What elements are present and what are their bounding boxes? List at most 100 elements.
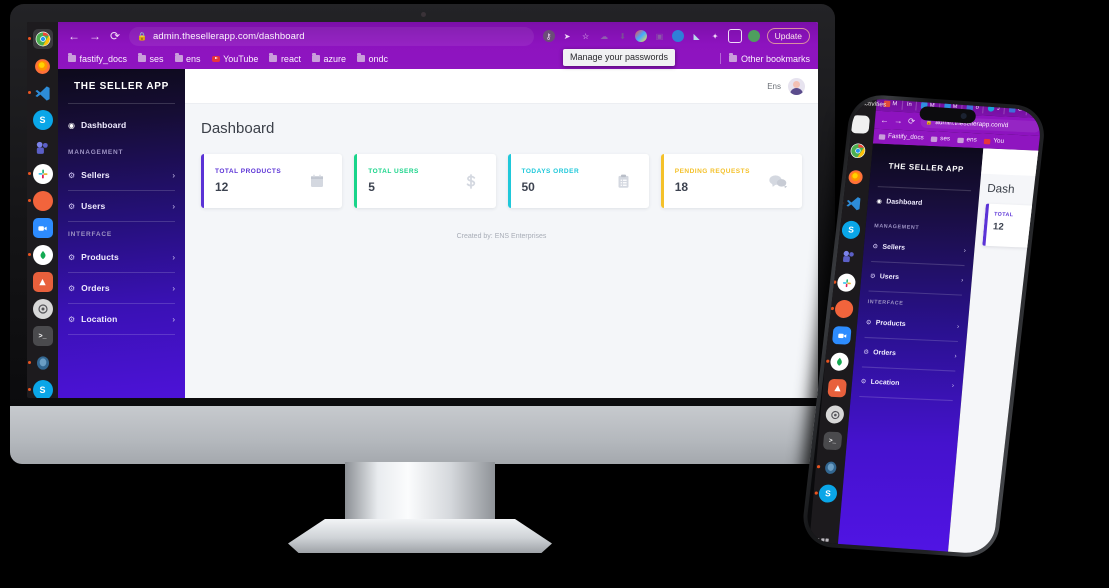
- gear-icon: ⚙: [862, 349, 870, 357]
- phone-screen: Activities S >_ S M In M M o J C ← → ⟳ 🔒…: [804, 97, 1043, 555]
- square-icon[interactable]: [727, 29, 742, 43]
- phone-bookmark[interactable]: Fastify_docs: [878, 133, 924, 141]
- phone-dock-item-skype[interactable]: S: [841, 220, 861, 240]
- dock-item-chrome[interactable]: [27, 29, 53, 49]
- gear-icon: ⚙: [68, 170, 76, 180]
- target-icon[interactable]: [672, 30, 685, 42]
- phone-dock-item-firefox-dev[interactable]: [834, 299, 854, 319]
- phone-bookmark[interactable]: ses: [930, 135, 950, 143]
- cloud-icon[interactable]: ☁: [598, 30, 610, 42]
- sidebar-item-label: Location: [81, 314, 118, 324]
- phone-sidebar-item-label: Location: [870, 378, 900, 388]
- download-icon[interactable]: ⬇: [617, 30, 629, 42]
- phone-dock-item-firefox[interactable]: [846, 168, 866, 187]
- stat-card-total-products[interactable]: TOTAL PRODUCTS 12: [201, 154, 343, 208]
- phone-tab[interactable]: In: [902, 98, 918, 111]
- bookmark-fastify-docs[interactable]: fastify_docs: [68, 53, 127, 64]
- phone-dock-item-teams[interactable]: [839, 247, 859, 266]
- dock-item-zoom[interactable]: [32, 218, 53, 238]
- bookmark-ses[interactable]: ses: [138, 53, 164, 64]
- phone-bookmark[interactable]: ens: [957, 137, 977, 144]
- ubuntu-dock[interactable]: S >_ S: [27, 22, 58, 398]
- globe-icon[interactable]: [748, 30, 761, 42]
- phone-dock-item-chrome[interactable]: [848, 141, 868, 160]
- phone-dock-item-mongodb[interactable]: [829, 352, 850, 372]
- folder-icon: [138, 53, 147, 62]
- phone-dock-item-vscode[interactable]: [844, 194, 864, 213]
- reload-icon[interactable]: ⟳: [110, 30, 120, 42]
- phone-bookmark-label: You: [992, 138, 1005, 145]
- folder-icon: [68, 53, 76, 62]
- dock-item-slack[interactable]: [27, 164, 53, 184]
- app-content: Ens Dashboard TOTAL PRODUCTS 12 TOTAL US…: [185, 69, 818, 398]
- phone-desktop: S >_ S M In M M o J C ← → ⟳ 🔒 admin.thes…: [807, 97, 1043, 555]
- stat-card-todays-order[interactable]: TODAYS ORDER 50: [507, 154, 649, 208]
- phone-stat-card[interactable]: TOTAL 12: [982, 203, 1040, 249]
- sidebar-item-users[interactable]: ⚙ Users ›: [58, 191, 185, 221]
- bookmark-ens[interactable]: ens: [174, 53, 201, 64]
- back-icon[interactable]: ←: [880, 115, 889, 125]
- dock-item-terminal[interactable]: >_: [32, 326, 53, 346]
- app-grid-icon[interactable]: [814, 538, 829, 552]
- chevron-right-icon: ›: [954, 353, 957, 360]
- sidebar-item-sellers[interactable]: ⚙ Sellers ›: [58, 160, 185, 190]
- password-tooltip: Manage your passwords: [563, 49, 676, 66]
- stat-card-total-users[interactable]: TOTAL USERS 5: [354, 154, 496, 208]
- bookmark-ondc[interactable]: ondc: [356, 53, 388, 64]
- chevron-right-icon: ›: [172, 283, 175, 293]
- sidebar-item-orders[interactable]: ⚙ Orders ›: [58, 273, 185, 303]
- phone-dock-item-android-studio[interactable]: [827, 378, 847, 398]
- dock-item-android-studio[interactable]: [32, 272, 53, 292]
- star-icon[interactable]: ☆: [580, 30, 592, 42]
- bookmark-azure[interactable]: azure: [311, 53, 346, 64]
- dock-item-mongodb[interactable]: [27, 245, 53, 265]
- dock-item-firefox[interactable]: [33, 56, 53, 76]
- send-icon[interactable]: ➤: [561, 30, 573, 42]
- sidebar-item-dashboard[interactable]: ◉ Dashboard: [58, 110, 185, 140]
- dock-item-postgresql[interactable]: [27, 353, 53, 373]
- phone-dock-item-zoom[interactable]: [831, 326, 852, 345]
- address-bar[interactable]: 🔒 admin.thesellerapp.com/dashboard: [129, 26, 534, 46]
- color-circle-icon[interactable]: [635, 30, 648, 42]
- back-icon[interactable]: ←: [68, 30, 80, 42]
- folder-icon: [957, 137, 965, 143]
- phone-tab[interactable]: J: [983, 101, 1006, 115]
- other-bookmarks-button[interactable]: Other bookmarks: [729, 53, 810, 64]
- stat-card-pending-requests[interactable]: PENDING REQUESTS 18: [660, 154, 802, 208]
- avatar[interactable]: [788, 77, 805, 95]
- gear-icon: ⚙: [68, 283, 76, 293]
- dock-item-settings[interactable]: [32, 299, 53, 319]
- dock-item-skype-2[interactable]: S: [27, 380, 53, 398]
- forward-icon[interactable]: →: [89, 30, 101, 42]
- phone-tab[interactable]: C: [1004, 102, 1028, 116]
- phone-dock-item-files[interactable]: [850, 115, 871, 134]
- bookmark-youtube[interactable]: YouTube: [211, 54, 258, 64]
- dock-item-skype[interactable]: S: [32, 110, 53, 130]
- bookmark-react[interactable]: react: [269, 53, 301, 64]
- dock-item-teams[interactable]: [33, 137, 53, 157]
- reload-icon[interactable]: ⟳: [908, 116, 916, 126]
- sidebar-item-location[interactable]: ⚙ Location ›: [58, 304, 185, 334]
- dock-item-firefox-dev[interactable]: [27, 191, 53, 211]
- sidebar-item-products[interactable]: ⚙ Products ›: [58, 242, 185, 272]
- forward-icon[interactable]: →: [894, 116, 903, 126]
- chrome-icon: [850, 143, 866, 159]
- extension-icon[interactable]: ▣: [654, 30, 666, 42]
- phone-dock-item-postgresql[interactable]: [820, 458, 840, 477]
- card-value: 5: [368, 180, 375, 194]
- dock-item-vscode[interactable]: [27, 83, 53, 103]
- phone-dock-item-terminal[interactable]: >_: [822, 431, 843, 451]
- share-icon[interactable]: ◣: [691, 30, 703, 42]
- bookmarks-bar: fastify_docs ses ens YouTube react azure…: [58, 49, 818, 68]
- gear-icon: [830, 410, 839, 419]
- monitor-screen: S >_ S ← → ⟳ 🔒 admin.thesellerapp.com/da…: [27, 22, 818, 398]
- phone-dock-item-settings[interactable]: [825, 405, 845, 424]
- card-value: 12: [992, 220, 1005, 232]
- update-button[interactable]: Update: [766, 28, 810, 44]
- puzzle-icon[interactable]: ✦: [709, 30, 721, 42]
- phone-bookmark-youtube[interactable]: You: [983, 138, 1005, 145]
- password-key-icon[interactable]: ⚷: [542, 30, 555, 42]
- sidebar-group-interface: INTERFACE: [68, 231, 113, 238]
- phone-dock-item-skype-2[interactable]: S: [818, 484, 838, 503]
- phone-dock-item-slack[interactable]: [836, 273, 857, 292]
